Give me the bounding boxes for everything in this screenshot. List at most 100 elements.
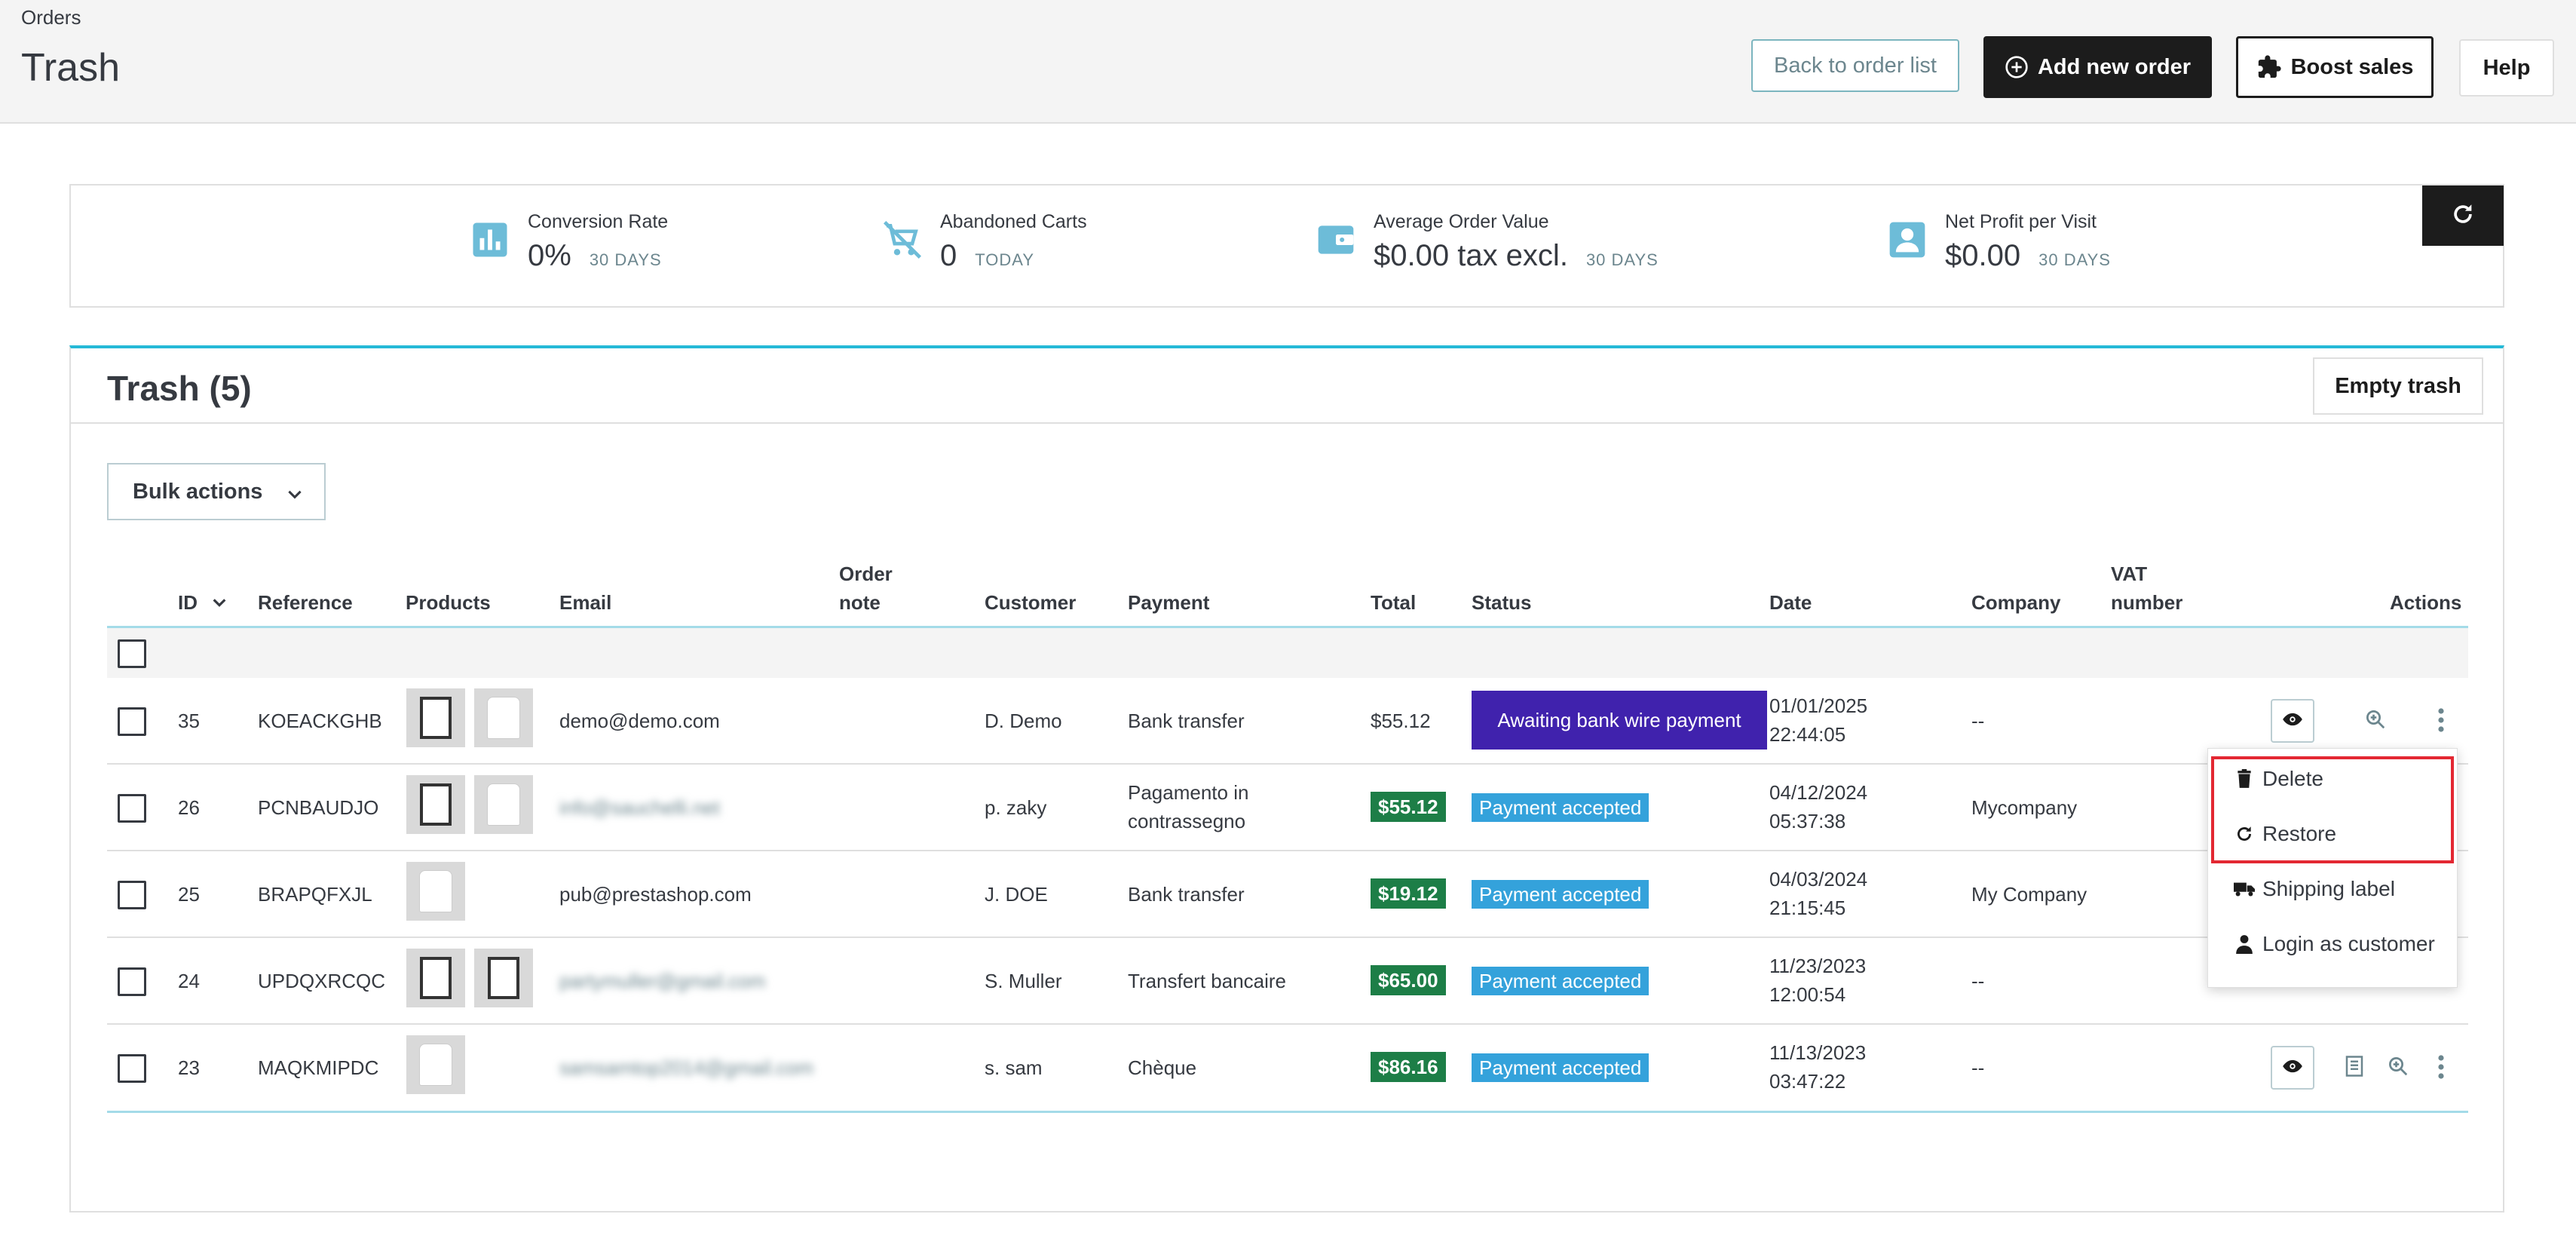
column-header-total[interactable]: Total — [1371, 588, 1416, 617]
order-date-day: 04/12/2024 — [1769, 781, 1868, 804]
refresh-kpi-button[interactable] — [2422, 185, 2504, 246]
t-shirt-image — [487, 697, 520, 739]
help-button[interactable]: Help — [2459, 39, 2554, 97]
eye-icon — [2282, 709, 2303, 734]
boost-sales-button[interactable]: Boost sales — [2236, 36, 2434, 98]
order-payment-line2: contrassegno — [1128, 810, 1246, 832]
refresh-icon — [2450, 201, 2476, 231]
back-to-order-list-label: Back to order list — [1774, 53, 1937, 78]
table-row[interactable]: 25 BRAPQFXJL pub@prestashop.com J. DOE B… — [107, 851, 2468, 938]
more-vert-icon — [2437, 707, 2446, 737]
table-row[interactable]: 23 MAQKMIPDC samsamtop2014@gmail.com s. … — [107, 1025, 2468, 1113]
column-header-vat-line2: number — [2111, 591, 2183, 614]
filter-row — [107, 628, 2468, 678]
preview-zoom-button[interactable] — [2364, 708, 2387, 734]
menu-item-shipping-label[interactable]: Shipping label — [2234, 877, 2395, 901]
order-payment-line1: Pagamento in — [1128, 781, 1249, 804]
column-header-customer[interactable]: Customer — [985, 588, 1076, 617]
cart-off-icon — [881, 219, 924, 261]
kpi-label: Net Profit per Visit — [1945, 211, 2097, 232]
kpi-average-order-value[interactable]: Average Order Value $0.00 tax excl. 30 D… — [1315, 211, 1659, 273]
order-email: demo@demo.com — [559, 710, 720, 732]
row-checkbox[interactable] — [118, 707, 146, 736]
view-order-button[interactable] — [2271, 699, 2314, 743]
table-row[interactable]: 24 UPDQXRCQC partymuller@gmail.com S. Mu… — [107, 938, 2468, 1025]
view-order-button[interactable] — [2271, 1046, 2314, 1090]
status-badge[interactable]: Payment accepted — [1472, 880, 1649, 909]
order-payment: Pagamento in contrassegno — [1128, 778, 1248, 835]
order-total: $86.16 — [1371, 1052, 1446, 1082]
kpi-value: $0.00 tax excl. — [1374, 239, 1568, 272]
order-date-time: 12:00:54 — [1769, 983, 1846, 1006]
page-header: Orders Trash Back to order list Add new … — [0, 0, 2576, 124]
table-row[interactable]: 26 PCNBAUDJO info@sauchelli.net p. zaky … — [107, 765, 2468, 851]
sort-down-icon — [211, 594, 228, 611]
wallet-icon — [1315, 219, 1357, 261]
puzzle-icon — [2256, 54, 2282, 80]
column-header-payment[interactable]: Payment — [1128, 588, 1209, 617]
order-reference: KOEACKGHB — [258, 710, 382, 732]
product-thumbnail — [474, 775, 533, 834]
kpi-period: 30 DAYS — [2038, 250, 2111, 269]
column-header-id[interactable]: ID — [178, 588, 228, 617]
table-row[interactable]: 35 KOEACKGHB demo@demo.com D. Demo Bank … — [107, 678, 2468, 765]
add-new-order-button[interactable]: Add new order — [1983, 36, 2212, 98]
order-customer: D. Demo — [985, 710, 1062, 732]
kpi-value: 0 — [940, 239, 957, 272]
product-thumbnail — [406, 862, 465, 921]
column-header-status[interactable]: Status — [1472, 588, 1531, 617]
boost-sales-label: Boost sales — [2290, 54, 2414, 79]
more-vert-icon — [2437, 1053, 2446, 1084]
column-header-date[interactable]: Date — [1769, 588, 1812, 617]
row-checkbox[interactable] — [118, 1054, 146, 1083]
more-actions-button[interactable] — [2437, 707, 2446, 737]
kpi-abandoned-carts[interactable]: Abandoned Carts 0 TODAY — [881, 211, 1087, 273]
order-email: pub@prestashop.com — [559, 883, 752, 906]
order-company: -- — [1971, 710, 1985, 732]
column-header-email[interactable]: Email — [559, 588, 611, 617]
empty-trash-label: Empty trash — [2335, 373, 2461, 398]
order-date: 11/23/2023 12:00:54 — [1769, 952, 1866, 1009]
more-actions-button[interactable] — [2437, 1053, 2446, 1084]
empty-trash-button[interactable]: Empty trash — [2313, 357, 2483, 415]
invoice-button[interactable] — [2343, 1055, 2366, 1081]
column-header-order-note-line1: Order — [839, 563, 893, 585]
kpi-conversion-rate[interactable]: Conversion Rate 0% 30 DAYS — [469, 211, 668, 273]
menu-item-login-as-customer[interactable]: Login as customer — [2234, 932, 2435, 956]
row-checkbox[interactable] — [118, 967, 146, 996]
product-thumbnail — [474, 688, 533, 747]
order-id: 25 — [178, 883, 200, 906]
kpi-period: TODAY — [975, 250, 1035, 269]
back-to-order-list-button[interactable]: Back to order list — [1751, 39, 1959, 92]
order-reference: PCNBAUDJO — [258, 796, 379, 819]
select-all-checkbox[interactable] — [118, 639, 146, 668]
bulk-actions-dropdown[interactable]: Bulk actions — [107, 463, 326, 520]
order-date-day: 11/13/2023 — [1769, 1041, 1867, 1064]
status-badge[interactable]: Payment accepted — [1472, 1053, 1649, 1082]
kpi-period: 30 DAYS — [589, 250, 662, 269]
card-divider — [71, 422, 2503, 424]
status-badge[interactable]: Payment accepted — [1472, 793, 1649, 822]
account-icon — [1886, 219, 1928, 261]
kpi-net-profit[interactable]: Net Profit per Visit $0.00 30 DAYS — [1886, 211, 2111, 273]
order-date: 04/12/2024 05:37:38 — [1769, 778, 1867, 835]
row-checkbox[interactable] — [118, 794, 146, 823]
order-company: -- — [1971, 1056, 1985, 1079]
column-header-vat-line1: VAT — [2111, 563, 2148, 585]
plus-circle-icon — [2005, 55, 2029, 79]
order-reference: BRAPQFXJL — [258, 883, 372, 906]
status-badge[interactable]: Awaiting bank wire payment — [1472, 691, 1767, 750]
order-payment: Bank transfer — [1128, 710, 1245, 732]
column-header-products: Products — [406, 591, 491, 614]
preview-zoom-button[interactable] — [2387, 1055, 2409, 1081]
order-total: $55.12 — [1371, 792, 1446, 822]
column-header-id-label: ID — [178, 591, 198, 614]
kpi-strip: Conversion Rate 0% 30 DAYS Abandoned Car… — [69, 184, 2504, 308]
column-header-reference[interactable]: Reference — [258, 588, 353, 617]
status-badge[interactable]: Payment accepted — [1472, 967, 1649, 995]
column-header-company[interactable]: Company — [1971, 588, 2060, 617]
column-header-vat-number[interactable]: VAT number — [2111, 559, 2182, 617]
order-email: partymuller@gmail.com — [559, 970, 766, 992]
row-checkbox[interactable] — [118, 881, 146, 909]
breadcrumb[interactable]: Orders — [21, 6, 81, 29]
